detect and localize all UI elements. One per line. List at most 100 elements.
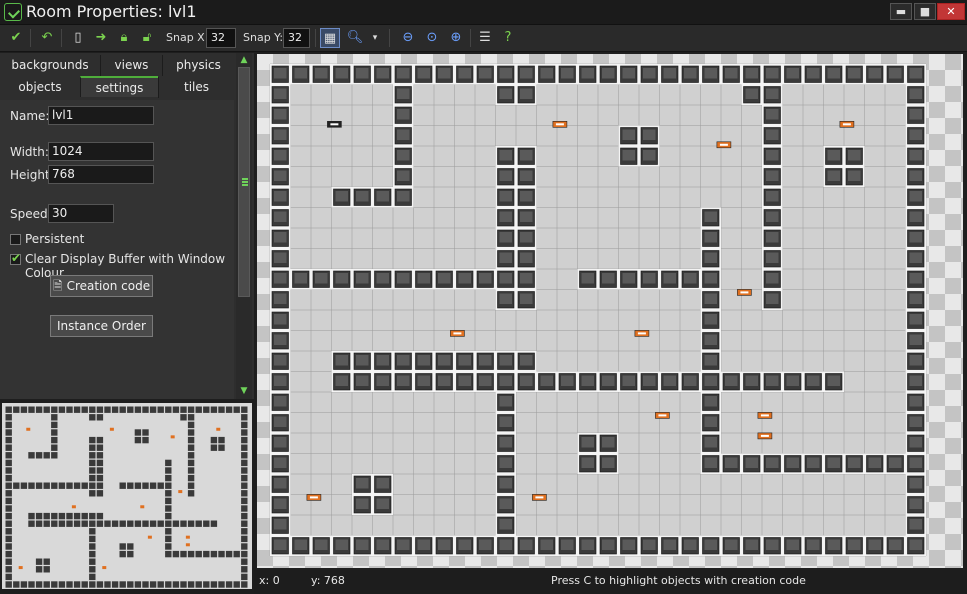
minimap-wall — [66, 406, 73, 413]
search-zoom-icon[interactable]: 🔍︎ — [345, 28, 365, 48]
maximize-button[interactable]: ■ — [914, 3, 936, 20]
wall-block-shine — [520, 191, 533, 202]
checker-cell — [673, 566, 689, 568]
checker-cell — [961, 566, 963, 568]
checker-cell — [929, 406, 945, 422]
wall-block-shine — [622, 539, 635, 550]
tab-physics[interactable]: physics — [162, 55, 234, 76]
minimap-wall — [142, 482, 149, 489]
minimap-wall — [66, 581, 73, 588]
wall-block-shine — [643, 129, 656, 140]
snap-x-label: Snap X: — [166, 31, 209, 44]
wall-block-shine — [909, 129, 922, 140]
minimap-wall — [58, 406, 66, 413]
persistent-checkbox[interactable] — [10, 234, 21, 245]
creation-code-button[interactable]: 🗎 Creation code — [50, 275, 153, 297]
checker-cell — [801, 566, 817, 568]
wall-block-shine — [294, 273, 307, 284]
wall-block-shine — [745, 88, 758, 99]
room-editor-canvas[interactable] — [257, 54, 963, 568]
zoom-reset-icon[interactable]: ⊙ — [422, 28, 442, 48]
wall-block-shine — [376, 273, 389, 284]
wall-block-shine — [438, 68, 451, 79]
minimap-wall — [81, 512, 88, 520]
room-minimap[interactable] — [2, 403, 252, 589]
wall-block-shine — [745, 375, 758, 386]
clear-buffer-checkbox[interactable] — [10, 251, 21, 265]
minimap-wall — [89, 573, 96, 581]
wall-block-shine — [827, 375, 840, 386]
minimap-wall — [81, 520, 88, 527]
minimap-wall — [187, 490, 195, 497]
wall-block-shine — [643, 539, 656, 550]
minimap-wall — [165, 581, 172, 588]
checker-cell — [529, 566, 545, 568]
minimap-wall — [187, 467, 195, 474]
checker-cell — [945, 438, 961, 454]
unlock-icon[interactable]: 🔓︎ — [137, 28, 157, 48]
tab-settings[interactable]: settings — [80, 76, 158, 97]
minimap-wall — [51, 436, 58, 444]
zoom-in-icon[interactable]: ⊕ — [446, 28, 466, 48]
checker-cell — [929, 518, 945, 534]
wall-block-shine — [704, 68, 717, 79]
new-document-icon[interactable]: ▯ — [68, 28, 88, 48]
lock-icon[interactable]: 🔒︎ — [114, 28, 134, 48]
name-field[interactable]: lvl1 — [48, 106, 154, 125]
minimap-wall — [187, 429, 195, 436]
wall-block-shine — [786, 457, 799, 468]
checker-cell — [945, 518, 961, 534]
minimap-wall — [127, 520, 134, 527]
grid-toggle-icon[interactable]: ▦ — [320, 28, 340, 48]
checker-cell — [929, 534, 945, 550]
wall-block-shine — [725, 375, 738, 386]
minimap-wall — [187, 406, 195, 413]
minimap-wall — [89, 452, 96, 459]
checker-cell — [929, 166, 945, 182]
minimap-wall — [5, 512, 12, 520]
scroll-up-icon[interactable]: ▲ — [238, 55, 250, 65]
scroll-down-icon[interactable]: ▼ — [238, 386, 250, 396]
minimize-button[interactable]: ▬ — [890, 3, 912, 20]
tab-tiles[interactable]: tiles — [158, 77, 234, 98]
minimap-wall — [43, 406, 50, 413]
ok-check-icon[interactable]: ✔ — [6, 28, 26, 48]
help-icon[interactable]: ? — [498, 28, 518, 48]
instance-order-button[interactable]: Instance Order — [50, 315, 153, 337]
tab-backgrounds[interactable]: backgrounds — [0, 55, 100, 76]
minimap-wall — [104, 581, 111, 588]
minimap-wall — [210, 436, 218, 444]
width-field[interactable]: 1024 — [48, 142, 154, 161]
undo-icon[interactable]: ↶ — [37, 28, 57, 48]
minimap-wall — [157, 581, 164, 588]
scroll-thumb[interactable] — [238, 67, 250, 297]
height-field[interactable]: 768 — [48, 165, 154, 184]
zoom-out-icon[interactable]: ⊖ — [398, 28, 418, 48]
wall-block-shine — [704, 211, 717, 222]
wall-block-shine — [479, 375, 492, 386]
checker-cell — [929, 230, 945, 246]
tab-objects[interactable]: objects — [0, 77, 80, 98]
minimap-wall — [210, 550, 218, 558]
minimap-wall — [5, 520, 12, 527]
wall-block-shine — [458, 68, 471, 79]
width-label: Width: — [10, 145, 49, 159]
minimap-wall — [241, 490, 248, 497]
snap-y-input[interactable]: 32 — [283, 28, 310, 48]
dropdown-arrow-icon[interactable]: ▾ — [365, 28, 385, 48]
tab-views[interactable]: views — [100, 55, 162, 76]
minimap-wall — [5, 482, 12, 489]
wall-block-shine — [376, 355, 389, 366]
close-button[interactable]: ✕ — [937, 3, 965, 20]
shift-arrow-icon[interactable]: ➜ — [91, 28, 111, 48]
snap-x-input[interactable]: 32 — [206, 28, 236, 48]
wall-block-shine — [622, 375, 635, 386]
panel-scrollbar[interactable]: ▲ ▼ — [236, 53, 252, 399]
minimap-wall — [111, 406, 119, 413]
list-icon[interactable]: ☰ — [475, 28, 495, 48]
minimap-wall — [127, 581, 134, 588]
wall-block-shine — [704, 273, 717, 284]
checker-cell — [721, 566, 737, 568]
checker-cell — [961, 182, 963, 198]
speed-field[interactable]: 30 — [48, 204, 114, 223]
